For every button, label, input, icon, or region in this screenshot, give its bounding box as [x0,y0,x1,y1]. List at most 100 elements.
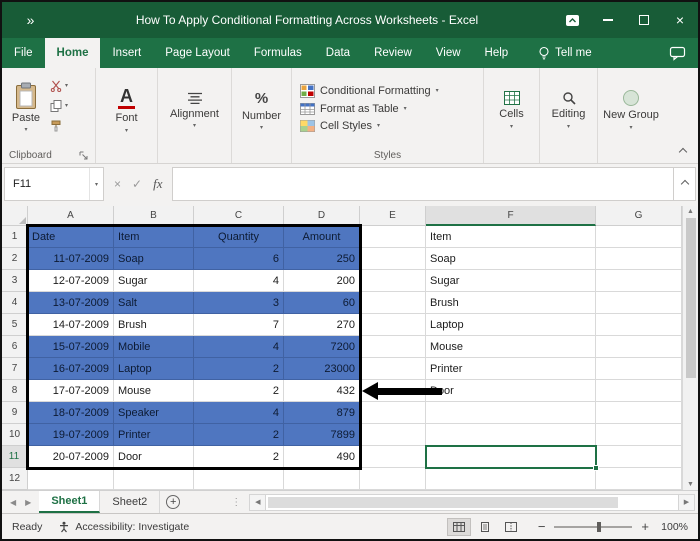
cell-A2[interactable]: 11-07-2009 [28,248,114,270]
cell-C1[interactable]: Quantity [194,226,284,248]
insert-function-button[interactable]: fx [153,176,162,192]
new-sheet-button[interactable]: + [160,491,186,513]
quick-access-toolbar[interactable]: » [2,12,60,28]
cell-G7[interactable] [596,358,682,380]
tab-scroll-splitter[interactable]: ⋮ [226,491,246,513]
zoom-in-button[interactable]: + [641,519,649,534]
cell-G1[interactable] [596,226,682,248]
paste-button[interactable]: Paste ▾ [2,68,50,147]
cell-E11[interactable] [360,446,426,468]
row-header-1[interactable]: 1 [2,226,28,248]
row-header-5[interactable]: 5 [2,314,28,336]
cell-D12[interactable] [284,468,360,490]
cell-F5[interactable]: Laptop [426,314,596,336]
cell-B11[interactable]: Door [114,446,194,468]
tab-page-layout[interactable]: Page Layout [153,38,242,68]
cell-A1[interactable]: Date [28,226,114,248]
sheet-nav-left-button[interactable]: ◀ [10,498,16,507]
cell-D8[interactable]: 432 [284,380,360,402]
cell-E7[interactable] [360,358,426,380]
name-box-dropdown[interactable]: ▾ [88,168,103,200]
row-header-6[interactable]: 6 [2,336,28,358]
vertical-scrollbar[interactable]: ▲ ▼ [682,206,698,490]
horizontal-scrollbar[interactable]: ◀ ▶ [249,493,695,511]
tab-view[interactable]: View [424,38,473,68]
cell-G10[interactable] [596,424,682,446]
cell-A7[interactable]: 16-07-2009 [28,358,114,380]
cell-styles-button[interactable]: Cell Styles ▾ [300,119,483,132]
cell-A4[interactable]: 13-07-2009 [28,292,114,314]
scroll-right-button[interactable]: ▶ [678,493,695,511]
normal-view-button[interactable] [446,517,471,536]
clipboard-dialog-launcher[interactable] [79,151,88,160]
cell-B10[interactable]: Printer [114,424,194,446]
cell-E12[interactable] [360,468,426,490]
active-cell-F11[interactable] [425,445,599,471]
scroll-left-button[interactable]: ◀ [249,493,267,511]
tab-home[interactable]: Home [44,38,101,68]
sheet-tab-sheet1[interactable]: Sheet1 [39,491,101,513]
cell-G4[interactable] [596,292,682,314]
cell-B12[interactable] [114,468,194,490]
cell-C11[interactable]: 2 [194,446,284,468]
cell-D3[interactable]: 200 [284,270,360,292]
cell-E5[interactable] [360,314,426,336]
cell-B1[interactable]: Item [114,226,194,248]
collapse-ribbon-button[interactable] [678,147,688,157]
cell-C5[interactable]: 7 [194,314,284,336]
zoom-out-button[interactable]: − [538,519,546,534]
cell-A10[interactable]: 19-07-2009 [28,424,114,446]
cell-A8[interactable]: 17-07-2009 [28,380,114,402]
page-layout-view-button[interactable] [473,518,497,536]
cell-A6[interactable]: 15-07-2009 [28,336,114,358]
cell-G3[interactable] [596,270,682,292]
format-as-table-button[interactable]: Format as Table ▾ [300,102,483,115]
horizontal-scroll-thumb[interactable] [268,496,619,508]
editing-button[interactable]: Editing ▾ [540,68,597,163]
vertical-scroll-thumb[interactable] [685,218,696,378]
zoom-slider[interactable] [554,520,633,534]
cell-F2[interactable]: Soap [426,248,596,270]
cell-E9[interactable] [360,402,426,424]
conditional-formatting-button[interactable]: Conditional Formatting ▾ [300,83,483,98]
cell-A9[interactable]: 18-07-2009 [28,402,114,424]
column-header-G[interactable]: G [596,206,682,226]
comments-button[interactable] [669,38,686,68]
cell-G12[interactable] [596,468,682,490]
row-header-10[interactable]: 10 [2,424,28,446]
cell-E2[interactable] [360,248,426,270]
cell-F10[interactable] [426,424,596,446]
copy-button[interactable]: ▾ [50,100,68,112]
format-painter-button[interactable] [50,120,68,132]
cell-G11[interactable] [596,446,682,468]
cell-C2[interactable]: 6 [194,248,284,270]
tab-insert[interactable]: Insert [100,38,153,68]
tell-me-button[interactable]: Tell me [538,38,592,68]
cell-E4[interactable] [360,292,426,314]
column-header-D[interactable]: D [284,206,360,226]
scroll-down-button[interactable]: ▼ [687,481,694,488]
tab-review[interactable]: Review [362,38,424,68]
cell-F12[interactable] [426,468,596,490]
cell-G2[interactable] [596,248,682,270]
cell-B5[interactable]: Brush [114,314,194,336]
cell-C6[interactable]: 4 [194,336,284,358]
column-header-F[interactable]: F [426,206,596,226]
confirm-entry-button[interactable]: ✓ [132,177,142,191]
number-button[interactable]: % Number ▾ [232,68,291,163]
cell-D4[interactable]: 60 [284,292,360,314]
maximize-button[interactable] [626,2,662,38]
formula-input[interactable] [172,167,674,201]
cell-G5[interactable] [596,314,682,336]
cell-D10[interactable]: 7899 [284,424,360,446]
row-header-7[interactable]: 7 [2,358,28,380]
row-header-2[interactable]: 2 [2,248,28,270]
cell-F6[interactable]: Mouse [426,336,596,358]
font-button[interactable]: A Font ▾ [96,68,157,163]
column-header-C[interactable]: C [194,206,284,226]
cell-F1[interactable]: Item [426,226,596,248]
cells-button[interactable]: Cells ▾ [484,68,539,163]
cell-C9[interactable]: 4 [194,402,284,424]
close-button[interactable]: × [662,2,698,38]
fill-handle[interactable] [593,465,599,471]
